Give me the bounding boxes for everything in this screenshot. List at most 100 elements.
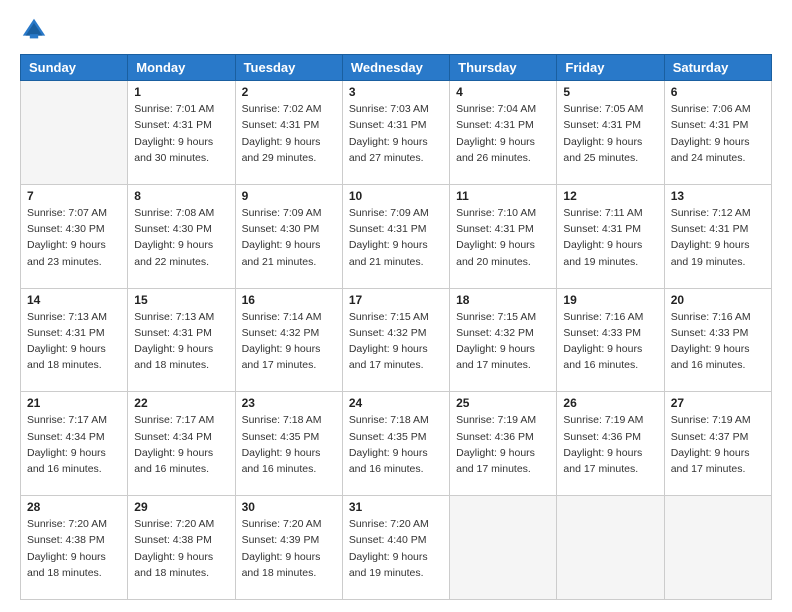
day-info: Sunrise: 7:02 AMSunset: 4:31 PMDaylight:… <box>242 101 336 166</box>
weekday-header-friday: Friday <box>557 55 664 81</box>
day-info: Sunrise: 7:10 AMSunset: 4:31 PMDaylight:… <box>456 205 550 270</box>
calendar-cell: 26Sunrise: 7:19 AMSunset: 4:36 PMDayligh… <box>557 392 664 496</box>
calendar-cell: 8 Sunrise: 7:08 AMSunset: 4:30 PMDaylight… <box>128 184 235 288</box>
day-number: 6 <box>671 85 765 99</box>
calendar-cell: 18 Sunrise: 7:15 AMSunset: 4:32 PMDayligh… <box>450 288 557 392</box>
calendar-cell: 21Sunrise: 7:17 AMSunset: 4:34 PMDayligh… <box>21 392 128 496</box>
day-info: Sunrise: 7:18 AMSunset: 4:35 PMDaylight:… <box>349 412 443 477</box>
day-info: Sunrise: 7:09 AMSunset: 4:30 PMDaylight:… <box>242 205 336 270</box>
weekday-header-monday: Monday <box>128 55 235 81</box>
day-info: Sunrise: 7:16 AMSunset: 4:33 PMDaylight:… <box>671 309 765 374</box>
day-info: Sunrise: 7:20 AMSunset: 4:38 PMDaylight:… <box>134 516 228 581</box>
calendar-cell: 6 Sunrise: 7:06 AMSunset: 4:31 PMDaylight… <box>664 81 771 185</box>
day-info: Sunrise: 7:16 AMSunset: 4:33 PMDaylight:… <box>563 309 657 374</box>
calendar-cell: 31 Sunrise: 7:20 AMSunset: 4:40 PMDayligh… <box>342 496 449 600</box>
day-number: 1 <box>134 85 228 99</box>
day-info: Sunrise: 7:14 AMSunset: 4:32 PMDaylight:… <box>242 309 336 374</box>
calendar-cell <box>21 81 128 185</box>
day-number: 16 <box>242 293 336 307</box>
day-number: 22 <box>134 396 228 410</box>
day-number: 20 <box>671 293 765 307</box>
calendar-cell: 16 Sunrise: 7:14 AMSunset: 4:32 PMDayligh… <box>235 288 342 392</box>
day-number: 11 <box>456 189 550 203</box>
day-number: 26 <box>563 396 657 410</box>
calendar-cell: 20 Sunrise: 7:16 AMSunset: 4:33 PMDayligh… <box>664 288 771 392</box>
calendar-cell: 19 Sunrise: 7:16 AMSunset: 4:33 PMDayligh… <box>557 288 664 392</box>
week-row-2: 14 Sunrise: 7:13 AMSunset: 4:31 PMDayligh… <box>21 288 772 392</box>
day-info: Sunrise: 7:11 AMSunset: 4:31 PMDaylight:… <box>563 205 657 270</box>
day-number: 15 <box>134 293 228 307</box>
day-info: Sunrise: 7:15 AMSunset: 4:32 PMDaylight:… <box>456 309 550 374</box>
day-info: Sunrise: 7:08 AMSunset: 4:30 PMDaylight:… <box>134 205 228 270</box>
day-number: 12 <box>563 189 657 203</box>
calendar-cell: 2Sunrise: 7:02 AMSunset: 4:31 PMDaylight… <box>235 81 342 185</box>
calendar-cell <box>664 496 771 600</box>
day-number: 31 <box>349 500 443 514</box>
day-number: 23 <box>242 396 336 410</box>
calendar-cell: 11 Sunrise: 7:10 AMSunset: 4:31 PMDayligh… <box>450 184 557 288</box>
week-row-0: 1Sunrise: 7:01 AMSunset: 4:31 PMDaylight… <box>21 81 772 185</box>
calendar-cell: 15 Sunrise: 7:13 AMSunset: 4:31 PMDayligh… <box>128 288 235 392</box>
day-number: 8 <box>134 189 228 203</box>
day-number: 5 <box>563 85 657 99</box>
calendar-cell: 23 Sunrise: 7:18 AMSunset: 4:35 PMDayligh… <box>235 392 342 496</box>
day-number: 30 <box>242 500 336 514</box>
day-number: 3 <box>349 85 443 99</box>
calendar-cell: 13 Sunrise: 7:12 AMSunset: 4:31 PMDayligh… <box>664 184 771 288</box>
week-row-3: 21Sunrise: 7:17 AMSunset: 4:34 PMDayligh… <box>21 392 772 496</box>
weekday-header-sunday: Sunday <box>21 55 128 81</box>
day-number: 24 <box>349 396 443 410</box>
calendar-cell: 12 Sunrise: 7:11 AMSunset: 4:31 PMDayligh… <box>557 184 664 288</box>
day-number: 28 <box>27 500 121 514</box>
day-number: 7 <box>27 189 121 203</box>
day-number: 17 <box>349 293 443 307</box>
day-info: Sunrise: 7:05 AMSunset: 4:31 PMDaylight:… <box>563 101 657 166</box>
day-info: Sunrise: 7:19 AMSunset: 4:37 PMDaylight:… <box>671 412 765 477</box>
header <box>20 16 772 44</box>
weekday-header-tuesday: Tuesday <box>235 55 342 81</box>
day-number: 9 <box>242 189 336 203</box>
calendar-cell: 29 Sunrise: 7:20 AMSunset: 4:38 PMDayligh… <box>128 496 235 600</box>
day-info: Sunrise: 7:20 AMSunset: 4:38 PMDaylight:… <box>27 516 121 581</box>
day-info: Sunrise: 7:17 AMSunset: 4:34 PMDaylight:… <box>134 412 228 477</box>
day-info: Sunrise: 7:03 AMSunset: 4:31 PMDaylight:… <box>349 101 443 166</box>
calendar-table: SundayMondayTuesdayWednesdayThursdayFrid… <box>20 54 772 600</box>
calendar-cell: 30Sunrise: 7:20 AMSunset: 4:39 PMDayligh… <box>235 496 342 600</box>
weekday-header-saturday: Saturday <box>664 55 771 81</box>
calendar-cell: 25Sunrise: 7:19 AMSunset: 4:36 PMDayligh… <box>450 392 557 496</box>
day-info: Sunrise: 7:15 AMSunset: 4:32 PMDaylight:… <box>349 309 443 374</box>
calendar-cell: 5 Sunrise: 7:05 AMSunset: 4:31 PMDaylight… <box>557 81 664 185</box>
calendar-cell: 17 Sunrise: 7:15 AMSunset: 4:32 PMDayligh… <box>342 288 449 392</box>
calendar-cell: 27Sunrise: 7:19 AMSunset: 4:37 PMDayligh… <box>664 392 771 496</box>
day-info: Sunrise: 7:13 AMSunset: 4:31 PMDaylight:… <box>134 309 228 374</box>
day-info: Sunrise: 7:09 AMSunset: 4:31 PMDaylight:… <box>349 205 443 270</box>
calendar-cell: 22 Sunrise: 7:17 AMSunset: 4:34 PMDayligh… <box>128 392 235 496</box>
calendar-cell: 10Sunrise: 7:09 AMSunset: 4:31 PMDayligh… <box>342 184 449 288</box>
day-number: 19 <box>563 293 657 307</box>
day-number: 29 <box>134 500 228 514</box>
weekday-header-row: SundayMondayTuesdayWednesdayThursdayFrid… <box>21 55 772 81</box>
logo-icon <box>20 16 48 44</box>
calendar-cell <box>450 496 557 600</box>
day-info: Sunrise: 7:17 AMSunset: 4:34 PMDaylight:… <box>27 412 121 477</box>
day-number: 14 <box>27 293 121 307</box>
day-info: Sunrise: 7:20 AMSunset: 4:40 PMDaylight:… <box>349 516 443 581</box>
day-info: Sunrise: 7:04 AMSunset: 4:31 PMDaylight:… <box>456 101 550 166</box>
page: SundayMondayTuesdayWednesdayThursdayFrid… <box>0 0 792 612</box>
day-info: Sunrise: 7:18 AMSunset: 4:35 PMDaylight:… <box>242 412 336 477</box>
day-number: 13 <box>671 189 765 203</box>
calendar-cell: 9 Sunrise: 7:09 AMSunset: 4:30 PMDaylight… <box>235 184 342 288</box>
calendar-cell: 4 Sunrise: 7:04 AMSunset: 4:31 PMDaylight… <box>450 81 557 185</box>
calendar-cell: 24 Sunrise: 7:18 AMSunset: 4:35 PMDayligh… <box>342 392 449 496</box>
day-info: Sunrise: 7:13 AMSunset: 4:31 PMDaylight:… <box>27 309 121 374</box>
calendar-cell: 28 Sunrise: 7:20 AMSunset: 4:38 PMDayligh… <box>21 496 128 600</box>
day-number: 25 <box>456 396 550 410</box>
day-info: Sunrise: 7:12 AMSunset: 4:31 PMDaylight:… <box>671 205 765 270</box>
calendar-cell: 1Sunrise: 7:01 AMSunset: 4:31 PMDaylight… <box>128 81 235 185</box>
day-info: Sunrise: 7:06 AMSunset: 4:31 PMDaylight:… <box>671 101 765 166</box>
day-info: Sunrise: 7:07 AMSunset: 4:30 PMDaylight:… <box>27 205 121 270</box>
week-row-1: 7 Sunrise: 7:07 AMSunset: 4:30 PMDaylight… <box>21 184 772 288</box>
calendar-cell <box>557 496 664 600</box>
day-number: 18 <box>456 293 550 307</box>
day-number: 4 <box>456 85 550 99</box>
